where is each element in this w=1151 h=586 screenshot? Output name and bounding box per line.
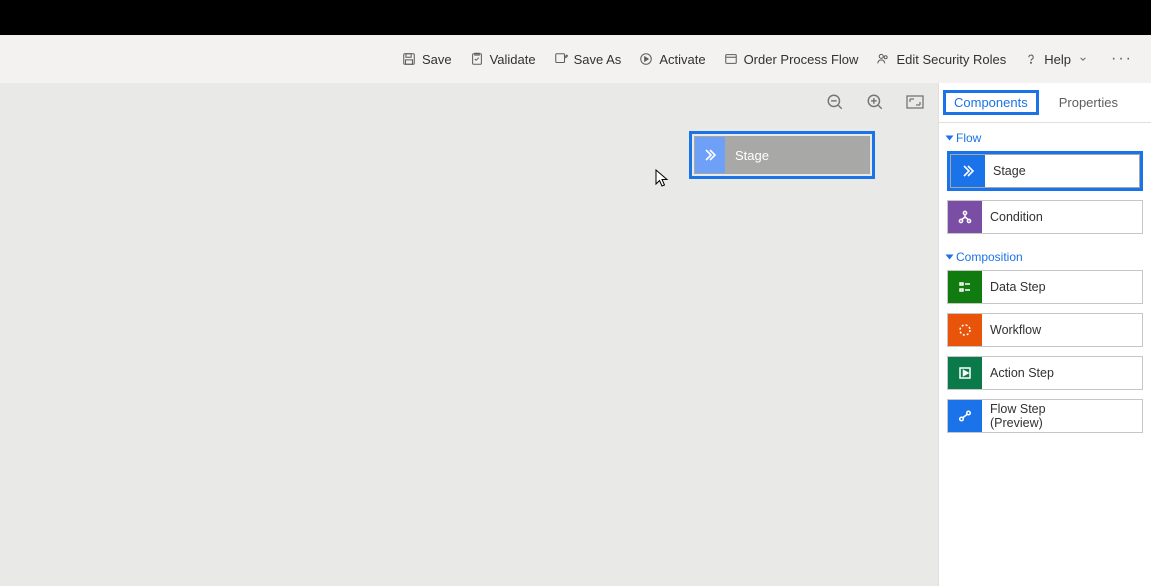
more-commands-button[interactable]: ··· bbox=[1105, 50, 1139, 68]
workflow-icon bbox=[948, 314, 982, 346]
data-step-icon bbox=[948, 271, 982, 303]
canvas-toolbar bbox=[826, 93, 924, 111]
component-condition[interactable]: Condition bbox=[947, 200, 1143, 234]
validate-label: Validate bbox=[490, 52, 536, 67]
section-composition-header[interactable]: Composition bbox=[939, 242, 1151, 270]
component-flow-step-label: Flow Step (Preview) bbox=[982, 402, 1046, 431]
tab-properties[interactable]: Properties bbox=[1053, 87, 1124, 118]
save-as-icon bbox=[554, 52, 568, 66]
fit-canvas-icon bbox=[906, 95, 924, 109]
action-step-icon bbox=[948, 357, 982, 389]
collapse-triangle-icon bbox=[946, 136, 954, 141]
component-flow-step[interactable]: Flow Step (Preview) bbox=[947, 399, 1143, 433]
activate-label: Activate bbox=[659, 52, 705, 67]
save-icon bbox=[402, 52, 416, 66]
activate-icon bbox=[639, 52, 653, 66]
cursor-pointer-icon bbox=[655, 169, 669, 189]
flow-step-icon bbox=[948, 400, 982, 432]
collapse-triangle-icon bbox=[946, 255, 954, 260]
activate-button[interactable]: Activate bbox=[639, 52, 705, 67]
component-action-step-label: Action Step bbox=[982, 366, 1054, 380]
tab-components[interactable]: Components bbox=[943, 90, 1039, 115]
component-stage-label: Stage bbox=[985, 164, 1026, 178]
save-as-button[interactable]: Save As bbox=[554, 52, 622, 67]
dragged-stage-tile[interactable]: Stage bbox=[689, 131, 875, 179]
help-button[interactable]: Help bbox=[1024, 52, 1087, 67]
section-flow-title: Flow bbox=[956, 131, 981, 145]
component-condition-label: Condition bbox=[982, 210, 1043, 224]
help-label: Help bbox=[1044, 52, 1071, 67]
component-action-step[interactable]: Action Step bbox=[947, 356, 1143, 390]
designer-canvas[interactable]: Stage bbox=[0, 83, 938, 586]
fit-canvas-button[interactable] bbox=[906, 93, 924, 111]
save-button[interactable]: Save bbox=[402, 52, 452, 67]
process-flow-label: Order Process Flow bbox=[744, 52, 859, 67]
edit-security-button[interactable]: Edit Security Roles bbox=[876, 52, 1006, 67]
zoom-out-button[interactable] bbox=[826, 93, 844, 111]
zoom-in-button[interactable] bbox=[866, 93, 884, 111]
window-titlebar bbox=[0, 0, 1151, 35]
tab-properties-label: Properties bbox=[1059, 95, 1118, 110]
command-bar: Save Validate Save As Activate Order Pro… bbox=[0, 35, 1151, 83]
panel-tabs: Components Properties bbox=[939, 83, 1151, 123]
condition-icon bbox=[948, 201, 982, 233]
component-data-step-label: Data Step bbox=[982, 280, 1046, 294]
process-flow-icon bbox=[724, 52, 738, 66]
component-workflow[interactable]: Workflow bbox=[947, 313, 1143, 347]
stage-icon bbox=[951, 155, 985, 187]
section-flow-header[interactable]: Flow bbox=[939, 123, 1151, 151]
zoom-out-icon bbox=[826, 93, 844, 111]
section-composition-title: Composition bbox=[956, 250, 1023, 264]
save-label: Save bbox=[422, 52, 452, 67]
validate-button[interactable]: Validate bbox=[470, 52, 536, 67]
zoom-in-icon bbox=[866, 93, 884, 111]
tab-components-label: Components bbox=[948, 91, 1034, 114]
component-workflow-label: Workflow bbox=[982, 323, 1041, 337]
side-panel: Components Properties Flow Stage bbox=[938, 83, 1151, 586]
component-data-step[interactable]: Data Step bbox=[947, 270, 1143, 304]
validate-icon bbox=[470, 52, 484, 66]
chevron-down-icon bbox=[1079, 55, 1087, 63]
edit-security-label: Edit Security Roles bbox=[896, 52, 1006, 67]
component-stage[interactable]: Stage bbox=[947, 151, 1143, 191]
process-flow-button[interactable]: Order Process Flow bbox=[724, 52, 859, 67]
security-roles-icon bbox=[876, 52, 890, 66]
help-icon bbox=[1024, 52, 1038, 66]
save-as-label: Save As bbox=[574, 52, 622, 67]
dragged-stage-label: Stage bbox=[725, 137, 869, 173]
stage-chevron-icon bbox=[695, 137, 725, 173]
